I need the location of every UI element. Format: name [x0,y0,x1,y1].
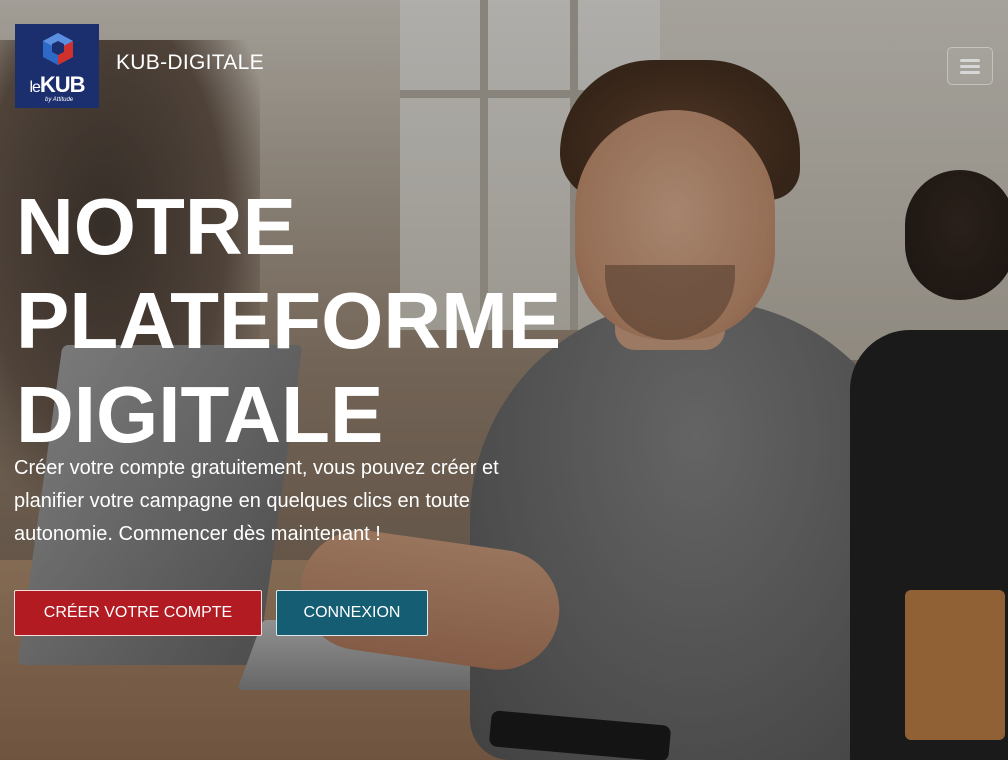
kub-logo[interactable]: leKUB by Attitude [15,24,99,108]
hero-title-line: DIGITALE [16,370,384,459]
hamburger-icon [960,56,980,77]
logo-tagline: by Attitude [45,97,74,103]
hero-title-line: PLATEFORME [16,276,562,365]
hero-description: Créer votre compte gratuitement, vous po… [14,457,499,545]
login-button[interactable]: CONNEXION [276,590,428,636]
create-account-button[interactable]: CRÉER VOTRE COMPTE [14,590,262,636]
cube-logo-icon [43,33,73,65]
menu-toggle-button[interactable] [947,47,993,85]
navbar: leKUB by Attitude KUB-DIGITALE [0,0,1008,130]
hero-title: NOTRE PLATEFORME DIGITALE [16,180,636,462]
brand-name[interactable]: KUB-DIGITALE [116,51,264,75]
logo-wordmark: leKUB [29,72,85,97]
hero-title-line: NOTRE [16,182,296,271]
